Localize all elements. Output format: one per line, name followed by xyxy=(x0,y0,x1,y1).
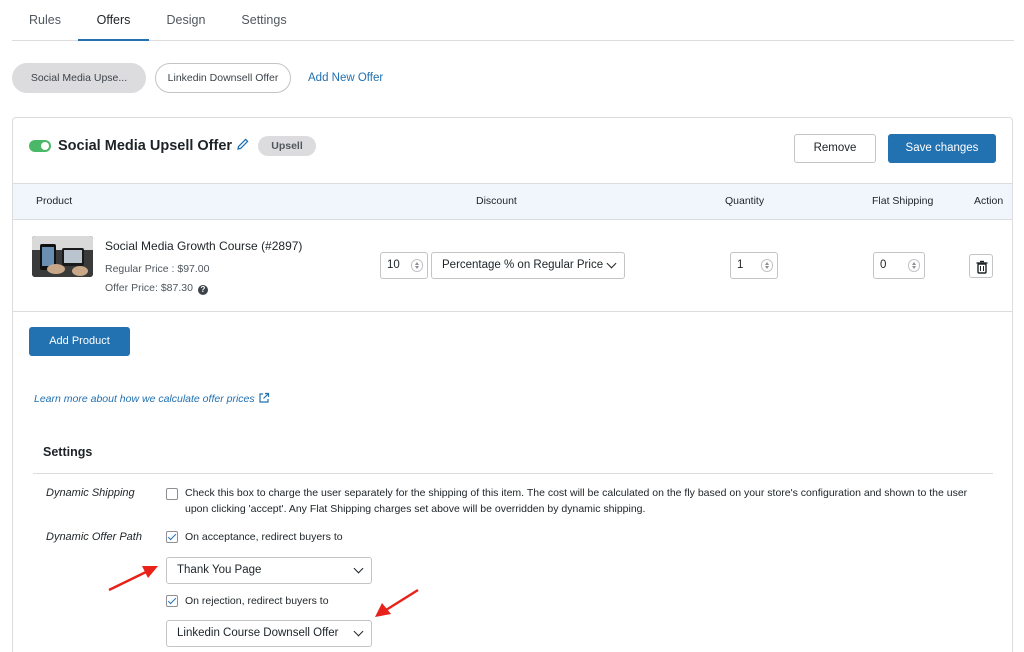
offer-type-badge: Upsell xyxy=(258,136,316,156)
annotation-arrow-icon xyxy=(375,588,419,617)
stepper-arrows-icon[interactable] xyxy=(411,259,423,272)
discount-value: 10 xyxy=(387,259,400,271)
acceptance-redirect-checkbox[interactable] xyxy=(166,531,178,543)
dynamic-shipping-description: Check this box to charge the user separa… xyxy=(185,487,968,515)
remove-button[interactable]: Remove xyxy=(794,134,876,163)
dynamic-shipping-label: Dynamic Shipping xyxy=(46,487,135,499)
external-link-icon xyxy=(258,392,269,403)
dynamic-offer-path-label: Dynamic Offer Path xyxy=(46,531,142,543)
offer-price-line: Offer Price: $87.30? xyxy=(105,282,208,295)
product-name: Social Media Growth Course (#2897) xyxy=(105,239,303,253)
flat-shipping-input[interactable]: 0 xyxy=(873,252,925,279)
chevron-down-icon xyxy=(353,626,364,637)
rejection-redirect-label: On rejection, redirect buyers to xyxy=(185,595,329,607)
acceptance-redirect-value: Thank You Page xyxy=(177,564,262,576)
acceptance-redirect-select[interactable]: Thank You Page xyxy=(166,557,372,584)
discount-type-value: Percentage % on Regular Price xyxy=(442,259,604,271)
stepper-arrows-icon[interactable] xyxy=(908,259,920,272)
tab-design[interactable]: Design xyxy=(158,0,214,40)
column-header-quantity: Quantity xyxy=(725,195,765,207)
pencil-icon[interactable] xyxy=(236,137,250,151)
add-product-button[interactable]: Add Product xyxy=(29,327,130,356)
column-header-action: Action xyxy=(974,195,1004,207)
tab-bar: Rules Offers Design Settings xyxy=(12,0,1014,41)
stepper-arrows-icon[interactable] xyxy=(761,259,773,272)
chevron-down-icon xyxy=(606,258,617,269)
offer-pill-linkedin-downsell[interactable]: Linkedin Downsell Offer xyxy=(155,63,291,93)
trash-icon xyxy=(976,260,988,274)
tab-offers[interactable]: Offers xyxy=(78,0,149,41)
quantity-input[interactable]: 1 xyxy=(730,252,778,279)
delete-product-button[interactable] xyxy=(969,254,993,278)
chevron-down-icon xyxy=(353,563,364,574)
table-row: Social Media Growth Course (#2897) Regul… xyxy=(13,220,1012,312)
column-header-flat-shipping: Flat Shipping xyxy=(872,195,934,207)
save-changes-button[interactable]: Save changes xyxy=(888,134,996,163)
discount-value-input[interactable]: 10 xyxy=(380,252,428,279)
offer-enabled-toggle[interactable] xyxy=(29,140,51,152)
annotation-arrow-icon xyxy=(108,566,158,592)
offer-card: Social Media Upsell Offer Upsell Remove … xyxy=(12,117,1013,652)
tab-settings[interactable]: Settings xyxy=(234,0,294,40)
help-icon[interactable]: ? xyxy=(197,285,208,295)
products-table-header: Product Discount Quantity Flat Shipping … xyxy=(13,183,1012,220)
offer-pill-social-media-upsell[interactable]: Social Media Upse... xyxy=(12,63,146,93)
dynamic-shipping-checkbox[interactable] xyxy=(166,488,178,500)
learn-more-text: Learn more about how we calculate offer … xyxy=(34,393,255,405)
settings-heading: Settings xyxy=(43,445,93,459)
tab-rules[interactable]: Rules xyxy=(18,0,72,40)
rejection-redirect-checkbox[interactable] xyxy=(166,595,178,607)
regular-price: Regular Price : $97.00 xyxy=(105,263,210,275)
add-new-offer-link[interactable]: Add New Offer xyxy=(308,72,383,84)
column-header-product: Product xyxy=(36,195,73,207)
quantity-value: 1 xyxy=(737,259,744,271)
column-header-discount: Discount xyxy=(476,195,517,207)
offer-title: Social Media Upsell Offer xyxy=(58,138,233,154)
discount-type-select[interactable]: Percentage % on Regular Price xyxy=(431,252,625,279)
rejection-redirect-select[interactable]: Linkedin Course Downsell Offer xyxy=(166,620,372,647)
offer-price: Offer Price: $87.30 xyxy=(105,282,193,294)
learn-more-link[interactable]: Learn more about how we calculate offer … xyxy=(34,392,270,405)
acceptance-redirect-label: On acceptance, redirect buyers to xyxy=(185,531,343,543)
rejection-redirect-value: Linkedin Course Downsell Offer xyxy=(177,627,339,639)
flat-shipping-value: 0 xyxy=(880,259,887,271)
product-thumbnail xyxy=(32,236,93,277)
divider xyxy=(33,473,993,474)
